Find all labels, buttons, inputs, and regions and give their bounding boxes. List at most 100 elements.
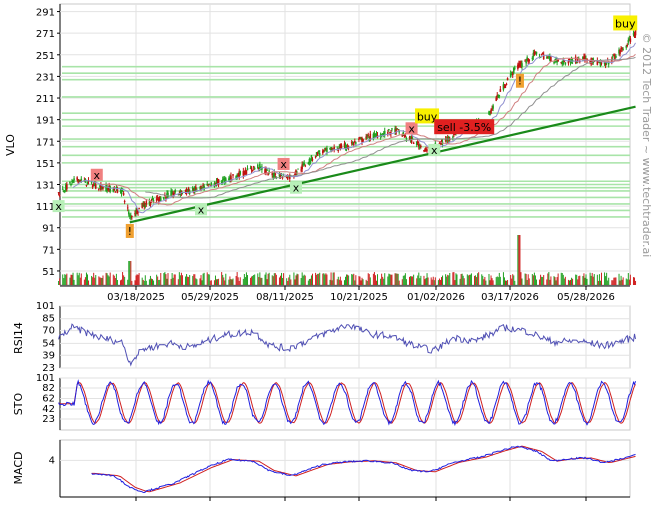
volume-bar: [360, 280, 362, 285]
volume-bar: [441, 277, 443, 285]
price-xtick-label: 08/11/2025: [256, 292, 314, 303]
volume-bar: [452, 272, 454, 285]
volume-bar: [333, 272, 335, 285]
volume-bar: [116, 280, 118, 285]
volume-bar: [547, 273, 549, 285]
volume-bar: [232, 278, 234, 285]
volume-bar: [136, 274, 138, 285]
volume-bar: [460, 274, 462, 285]
volume-bar: [281, 272, 283, 285]
volume-bar: [261, 277, 263, 285]
volume-bar: [596, 274, 598, 285]
volume-bar: [324, 274, 326, 285]
stock-chart: 51 71 91 111 131 151 171 191 211 231 251 271 291 23 39…: [4, 3, 653, 501]
macd-panel-frame: [59, 439, 631, 498]
volume-bar: [448, 275, 450, 285]
volume-bar: [629, 274, 631, 285]
candle-body: [564, 62, 567, 65]
volume-bar: [599, 280, 601, 285]
volume-bar: [72, 272, 74, 285]
volume-bar: [246, 275, 248, 285]
volume-bar: [423, 275, 425, 285]
macd-ylabel: MACD: [12, 452, 25, 485]
candle-body: [380, 136, 383, 138]
volume-bar: [294, 279, 296, 285]
volume-bar: [534, 275, 536, 285]
volume-bar: [193, 274, 195, 285]
volume-bar: [95, 275, 97, 285]
volume-bar: [329, 279, 331, 285]
price-xtick-label: 03/18/2025: [107, 292, 165, 303]
volume-bar: [123, 275, 125, 285]
volume-bar: [483, 279, 485, 285]
volume-bar: [541, 276, 543, 285]
price-xtick-label: 01/02/2026: [407, 292, 465, 303]
volume-bar: [165, 274, 167, 285]
candle-body: [94, 184, 97, 189]
candle-body: [600, 62, 603, 64]
candle-body: [123, 201, 126, 203]
candle-body: [622, 49, 624, 51]
volume-bar: [290, 279, 292, 285]
candle-body: [528, 59, 531, 62]
candle-body: [239, 171, 242, 175]
volume-bar: [502, 272, 504, 285]
volume-bar: [223, 277, 225, 285]
volume-bar: [591, 272, 593, 285]
volume-bar: [542, 276, 544, 285]
volume-bar: [578, 276, 580, 285]
volume-bar: [208, 274, 210, 285]
volume-bar: [295, 275, 297, 285]
volume-bar: [570, 279, 572, 285]
volume-bar: [179, 275, 181, 285]
volume-bar: [387, 276, 389, 285]
volume-bar: [368, 274, 370, 285]
volume-bar: [308, 278, 310, 285]
candle-body: [163, 196, 165, 200]
volume-bar: [549, 279, 551, 285]
volume-bar: [383, 278, 385, 285]
volume-bar: [468, 274, 470, 285]
volume-bar: [485, 280, 487, 285]
volume-bar: [576, 274, 578, 285]
volume-bar: [600, 272, 602, 285]
volume-bar: [99, 277, 101, 285]
candle-body: [550, 56, 552, 62]
volume-bar: [358, 276, 360, 285]
volume-bar: [382, 276, 384, 285]
volume-bar: [598, 274, 600, 285]
volume-bar: [463, 278, 465, 285]
volume-bar: [143, 280, 145, 285]
volume-bar: [114, 278, 116, 285]
volume-bar: [170, 278, 172, 285]
volume-bar: [404, 273, 406, 285]
volume-bar: [567, 279, 569, 285]
volume-bar: [613, 277, 615, 285]
volume-bar: [152, 279, 154, 285]
volume-bar: [384, 273, 386, 285]
candle-body: [367, 134, 370, 136]
volume-bar: [470, 273, 472, 285]
volume-bar: [210, 280, 212, 285]
candle-body: [159, 198, 162, 201]
rsi-ylabel: RSI14: [12, 322, 25, 354]
volume-bar: [245, 272, 247, 285]
volume-bar: [267, 273, 269, 285]
volume-bar: [310, 275, 312, 285]
volume-bar: [302, 275, 304, 285]
volume-bar: [297, 274, 299, 285]
volume-bar: [166, 278, 168, 285]
volume-bar: [120, 280, 122, 285]
rsi-ytick-label: 54: [42, 338, 55, 349]
volume-bar: [432, 276, 434, 285]
price-xtick-label: 03/17/2026: [481, 292, 539, 303]
volume-bar: [77, 275, 79, 285]
volume-bar: [338, 279, 340, 285]
candle-body: [66, 184, 68, 190]
volume-bar: [122, 272, 124, 285]
volume-bar: [389, 274, 391, 285]
volume-bar: [474, 275, 476, 285]
volume-bar: [236, 272, 238, 285]
volume-bar: [492, 280, 494, 285]
price-ytick-label: 171: [36, 137, 55, 148]
